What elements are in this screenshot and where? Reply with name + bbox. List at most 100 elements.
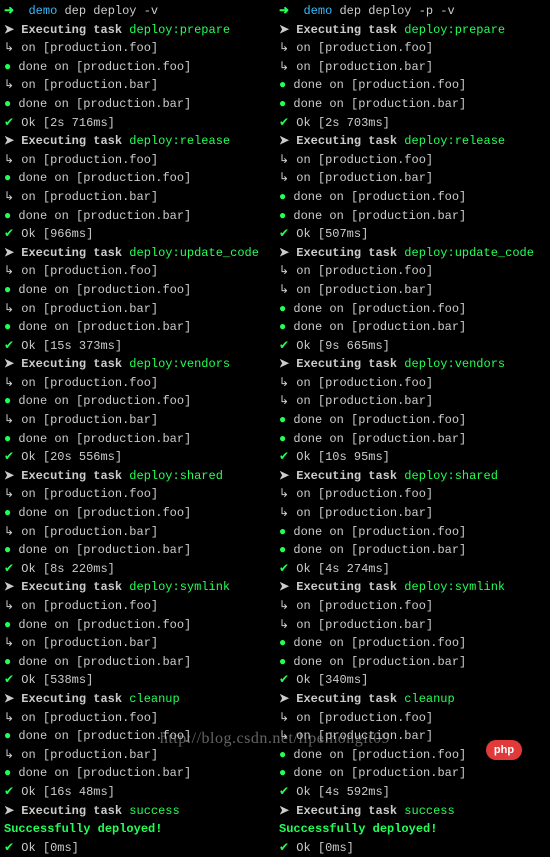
sub-arrow-icon: ↳ xyxy=(279,171,289,185)
tick-icon: ✔ xyxy=(279,841,289,855)
ok-text: Ok [0ms] xyxy=(296,841,354,855)
exec-label: Executing task xyxy=(296,692,397,706)
host-on-line: ↳ on [production.foo] xyxy=(279,374,550,393)
host-done-line: ● done on [production.bar] xyxy=(279,764,550,783)
done-dot-icon: ● xyxy=(279,78,286,92)
done-label: done on xyxy=(293,320,343,334)
executing-task-line: ➤ Executing task deploy:symlink xyxy=(279,578,550,597)
host-name: [production.foo] xyxy=(43,41,158,55)
tick-icon: ✔ xyxy=(4,116,14,130)
on-label: on xyxy=(21,264,35,278)
sub-arrow-icon: ↳ xyxy=(4,376,14,390)
host-on-line: ↳ on [production.bar] xyxy=(4,188,275,207)
host-on-line: ↳ on [production.bar] xyxy=(279,58,550,77)
host-name: [production.bar] xyxy=(351,432,466,446)
on-label: on xyxy=(21,525,35,539)
terminal-right[interactable]: ➜ demo dep deploy -p -v ➤ Executing task … xyxy=(275,0,550,857)
host-name: [production.foo] xyxy=(43,711,158,725)
sub-arrow-icon: ↳ xyxy=(4,487,14,501)
prompt-line[interactable]: ➜ demo dep deploy -v xyxy=(4,2,275,21)
exec-arrow-icon: ➤ xyxy=(279,692,289,706)
host-done-line: ● done on [production.bar] xyxy=(279,430,550,449)
host-done-line: ● done on [production.foo] xyxy=(279,523,550,542)
host-name: [production.foo] xyxy=(76,618,191,632)
tick-icon: ✔ xyxy=(279,116,289,130)
ok-text: Ok [15s 373ms] xyxy=(21,339,122,353)
prompt-line[interactable]: ➜ demo dep deploy -p -v xyxy=(279,2,550,21)
host-on-line: ↳ on [production.foo] xyxy=(279,151,550,170)
host-name: [production.foo] xyxy=(43,264,158,278)
on-label: on xyxy=(296,41,310,55)
host-done-line: ● done on [production.foo] xyxy=(279,300,550,319)
exec-label: Executing task xyxy=(21,357,122,371)
host-on-line: ↳ on [production.foo] xyxy=(4,597,275,616)
exec-label: Executing task xyxy=(296,580,397,594)
sub-arrow-icon: ↳ xyxy=(4,636,14,650)
task-name: deploy:shared xyxy=(129,469,223,483)
tick-icon: ✔ xyxy=(4,785,14,799)
host-on-line: ↳ on [production.foo] xyxy=(279,485,550,504)
done-label: done on xyxy=(293,209,343,223)
host-name: [production.foo] xyxy=(76,60,191,74)
host-name: [production.foo] xyxy=(43,376,158,390)
done-dot-icon: ● xyxy=(4,432,11,446)
done-label: done on xyxy=(293,748,343,762)
done-dot-icon: ● xyxy=(279,320,286,334)
sub-arrow-icon: ↳ xyxy=(279,729,289,743)
tick-icon: ✔ xyxy=(4,562,14,576)
ok-line: ✔ Ok [2s 716ms] xyxy=(4,114,275,133)
ok-line: ✔ Ok [2s 703ms] xyxy=(279,114,550,133)
on-label: on xyxy=(21,711,35,725)
done-label: done on xyxy=(18,766,68,780)
done-dot-icon: ● xyxy=(279,209,286,223)
host-name: [production.foo] xyxy=(43,153,158,167)
exec-label: Executing task xyxy=(21,134,122,148)
exec-arrow-icon: ➤ xyxy=(4,246,14,260)
host-name: [production.foo] xyxy=(351,302,466,316)
host-done-line: ● done on [production.bar] xyxy=(279,318,550,337)
host-done-line: ● done on [production.bar] xyxy=(4,653,275,672)
host-done-line: ● done on [production.bar] xyxy=(4,430,275,449)
task-name: deploy:prepare xyxy=(129,23,230,37)
done-label: done on xyxy=(293,636,343,650)
tick-icon: ✔ xyxy=(4,673,14,687)
ok-text: Ok [16s 48ms] xyxy=(21,785,115,799)
host-name: [production.bar] xyxy=(76,209,191,223)
done-dot-icon: ● xyxy=(279,413,286,427)
done-dot-icon: ● xyxy=(279,190,286,204)
host-name: [production.bar] xyxy=(43,525,158,539)
task-name: success xyxy=(404,804,454,818)
on-label: on xyxy=(21,748,35,762)
sub-arrow-icon: ↳ xyxy=(279,487,289,501)
done-label: done on xyxy=(18,394,68,408)
ok-line: ✔ Ok [0ms] xyxy=(4,839,275,857)
ok-text: Ok [966ms] xyxy=(21,227,93,241)
done-label: done on xyxy=(18,543,68,557)
host-done-line: ● done on [production.foo] xyxy=(279,188,550,207)
terminal-left[interactable]: ➜ demo dep deploy -v ➤ Executing task dep… xyxy=(0,0,275,857)
executing-task-line: ➤ Executing task cleanup xyxy=(4,690,275,709)
on-label: on xyxy=(296,711,310,725)
ok-text: Ok [4s 592ms] xyxy=(296,785,390,799)
ok-text: Ok [9s 665ms] xyxy=(296,339,390,353)
host-name: [production.bar] xyxy=(351,655,466,669)
tick-icon: ✔ xyxy=(279,785,289,799)
tick-icon: ✔ xyxy=(4,450,14,464)
done-dot-icon: ● xyxy=(279,432,286,446)
ok-line: ✔ Ok [507ms] xyxy=(279,225,550,244)
sub-arrow-icon: ↳ xyxy=(4,413,14,427)
task-name: deploy:update_code xyxy=(404,246,534,260)
exec-label: Executing task xyxy=(21,692,122,706)
ok-line: ✔ Ok [966ms] xyxy=(4,225,275,244)
on-label: on xyxy=(21,636,35,650)
ok-line: ✔ Ok [15s 373ms] xyxy=(4,337,275,356)
task-name: deploy:release xyxy=(404,134,505,148)
exec-arrow-icon: ➤ xyxy=(4,134,14,148)
success-line: Successfully deployed! xyxy=(279,820,550,839)
ok-text: Ok [340ms] xyxy=(296,673,368,687)
sub-arrow-icon: ↳ xyxy=(279,153,289,167)
exec-label: Executing task xyxy=(296,134,397,148)
host-name: [production.bar] xyxy=(351,766,466,780)
host-done-line: ● done on [production.foo] xyxy=(279,411,550,430)
done-dot-icon: ● xyxy=(4,209,11,223)
